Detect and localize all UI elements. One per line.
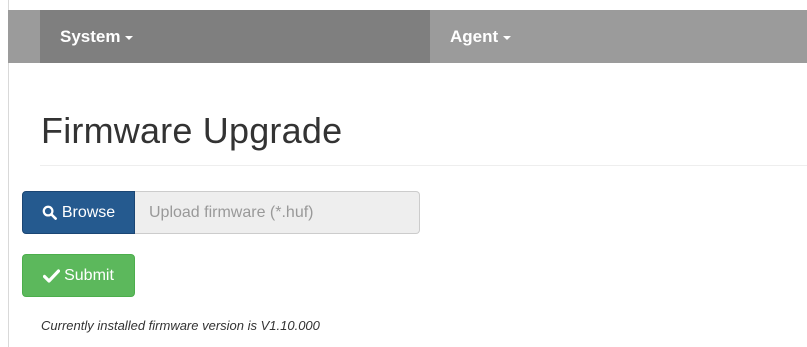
submit-button[interactable]: Submit bbox=[22, 254, 135, 297]
browse-button-label: Browse bbox=[61, 203, 116, 221]
page-title: Firmware Upgrade bbox=[41, 110, 343, 151]
firmware-upload-group: Browse bbox=[22, 191, 420, 234]
caret-down-icon bbox=[125, 35, 134, 40]
title-divider bbox=[40, 165, 807, 166]
search-icon bbox=[42, 205, 57, 220]
nav-menu-system-label: System bbox=[60, 26, 121, 46]
caret-down-icon bbox=[503, 35, 512, 40]
nav-menu-agent[interactable]: Agent bbox=[430, 10, 630, 63]
top-navbar: System Agent bbox=[8, 10, 807, 63]
submit-button-label: Submit bbox=[64, 266, 114, 284]
nav-menu-agent-label: Agent bbox=[450, 26, 499, 46]
nav-menu-system[interactable]: System bbox=[40, 10, 430, 63]
check-icon bbox=[43, 268, 61, 283]
firmware-file-input[interactable] bbox=[135, 191, 420, 234]
firmware-version-text: Currently installed firmware version is … bbox=[41, 318, 320, 333]
top-spacer bbox=[0, 0, 807, 10]
browse-button[interactable]: Browse bbox=[22, 191, 135, 234]
